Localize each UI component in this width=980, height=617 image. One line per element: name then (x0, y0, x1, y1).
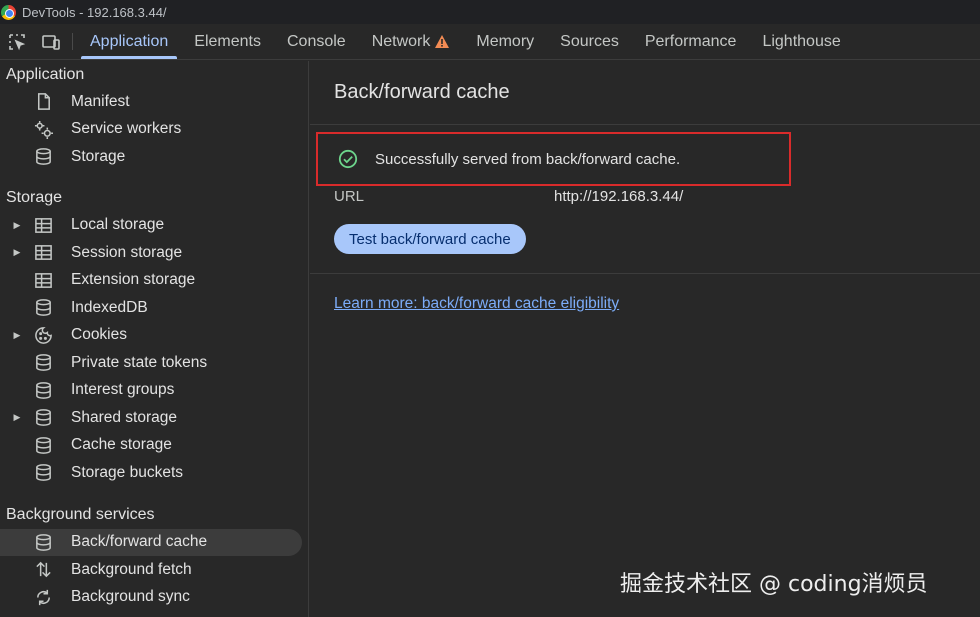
tab-label: Memory (476, 32, 535, 50)
tab-label: Elements (194, 32, 261, 50)
sidebar-item-label: Interest groups (71, 381, 175, 399)
sidebar-item-extension-storage[interactable]: Extension storage (0, 267, 302, 295)
sidebar-item-background-sync[interactable]: Background sync (0, 584, 302, 612)
database-icon (32, 532, 54, 552)
database-icon (32, 353, 54, 373)
arrows-updown-icon (32, 560, 54, 580)
url-row: URL http://192.168.3.44/ (334, 188, 683, 208)
table-icon (32, 243, 54, 263)
sidebar-item-manifest[interactable]: Manifest (0, 88, 302, 116)
section-heading-background-services: Background services (6, 506, 155, 523)
expand-arrow-icon[interactable]: ▶ (12, 412, 22, 423)
sidebar-item-local-storage[interactable]: ▶ Local storage (0, 212, 302, 240)
sidebar-item-label: Service workers (71, 120, 182, 138)
tab-lighthouse[interactable]: Lighthouse (749, 24, 853, 59)
url-value: http://192.168.3.44/ (554, 188, 684, 205)
bfcache-panel: Back/forward cache Successfully served f… (310, 61, 980, 617)
sidebar-item-service-workers[interactable]: Service workers (0, 116, 302, 144)
warning-icon (435, 35, 450, 48)
sidebar-item-label: Cache storage (71, 436, 172, 454)
database-icon (32, 298, 54, 318)
tab-label: Application (90, 32, 169, 50)
inspect-element-icon[interactable] (0, 24, 34, 59)
sidebar-item-label: Private state tokens (71, 353, 208, 371)
devtools-tabbar: Application Elements Console Network Mem… (0, 24, 980, 60)
database-icon (32, 463, 54, 483)
sidebar-item-background-fetch[interactable]: Background fetch (0, 556, 302, 584)
tab-label: Network (371, 32, 431, 50)
section-heading-storage: Storage (6, 189, 63, 206)
watermark: 掘金技术社区 @ coding消烦员 (620, 572, 928, 597)
document-icon (32, 92, 54, 112)
sidebar-item-private-state-tokens[interactable]: Private state tokens (0, 349, 302, 377)
tab-elements[interactable]: Elements (181, 24, 274, 59)
sidebar-item-interest-groups[interactable]: Interest groups (0, 377, 302, 405)
tab-console[interactable]: Console (274, 24, 359, 59)
divider (310, 273, 980, 274)
sidebar-item-shared-storage[interactable]: ▶ Shared storage (0, 404, 302, 432)
application-sidebar: Application Manifest Service workers Sto… (0, 61, 309, 617)
expand-arrow-icon[interactable]: ▶ (12, 330, 22, 341)
sidebar-item-cache-storage[interactable]: Cache storage (0, 432, 302, 460)
sidebar-item-label: Shared storage (71, 408, 177, 426)
tab-label: Sources (560, 32, 619, 50)
sidebar-item-label: Storage (71, 147, 126, 165)
check-circle-icon (338, 149, 358, 169)
sidebar-item-label: Storage buckets (71, 463, 184, 481)
tab-memory[interactable]: Memory (463, 24, 547, 59)
tab-performance[interactable]: Performance (632, 24, 750, 59)
chrome-logo-icon (1, 4, 16, 20)
tab-application[interactable]: Application (77, 24, 181, 59)
tab-label: Console (286, 32, 346, 50)
status-message: Successfully served from back/forward ca… (375, 150, 681, 168)
table-icon (32, 270, 54, 290)
test-bfcache-button[interactable]: Test back/forward cache (334, 224, 526, 254)
section-heading-application: Application (6, 65, 85, 83)
expand-arrow-icon[interactable]: ▶ (12, 220, 22, 231)
sidebar-item-label: Background fetch (71, 560, 192, 578)
gears-icon (32, 119, 54, 139)
database-icon (32, 435, 54, 455)
cookie-icon (32, 325, 54, 345)
tab-network[interactable]: Network (359, 24, 464, 59)
sidebar-item-session-storage[interactable]: ▶ Session storage (0, 239, 302, 267)
url-label: URL (334, 188, 365, 205)
sidebar-item-back-forward-cache[interactable]: Back/forward cache (0, 528, 302, 556)
page-title: Back/forward cache (310, 61, 980, 125)
expand-arrow-icon[interactable]: ▶ (12, 247, 22, 258)
device-toolbar-icon[interactable] (34, 24, 68, 59)
sidebar-item-storage[interactable]: Storage (0, 143, 302, 171)
sidebar-item-label: IndexedDB (71, 298, 148, 316)
tab-label: Lighthouse (762, 32, 841, 50)
sidebar-item-label: Extension storage (71, 271, 196, 289)
tab-sources[interactable]: Sources (547, 24, 632, 59)
database-icon (32, 380, 54, 400)
toolbar-divider (72, 33, 73, 50)
sidebar-item-label: Background sync (71, 588, 190, 606)
database-icon (32, 408, 54, 428)
sidebar-item-storage-buckets[interactable]: Storage buckets (0, 459, 302, 487)
sidebar-item-label: Manifest (71, 92, 130, 110)
status-highlight-box: Successfully served from back/forward ca… (316, 132, 791, 186)
sidebar-item-label: Session storage (71, 243, 183, 261)
window-title: DevTools - 192.168.3.44/ (22, 4, 167, 20)
database-icon (32, 147, 54, 167)
learn-more-link[interactable]: Learn more: back/forward cache eligibili… (334, 295, 619, 313)
sidebar-item-cookies[interactable]: ▶ Cookies (0, 322, 302, 350)
sidebar-item-label: Local storage (71, 216, 165, 234)
table-icon (32, 215, 54, 235)
tab-label: Performance (644, 32, 737, 50)
sidebar-item-label: Back/forward cache (71, 533, 208, 551)
sidebar-item-indexeddb[interactable]: IndexedDB (0, 294, 302, 322)
sync-icon (32, 587, 54, 607)
sidebar-item-label: Cookies (71, 326, 127, 344)
window-titlebar: DevTools - 192.168.3.44/ (0, 0, 980, 24)
